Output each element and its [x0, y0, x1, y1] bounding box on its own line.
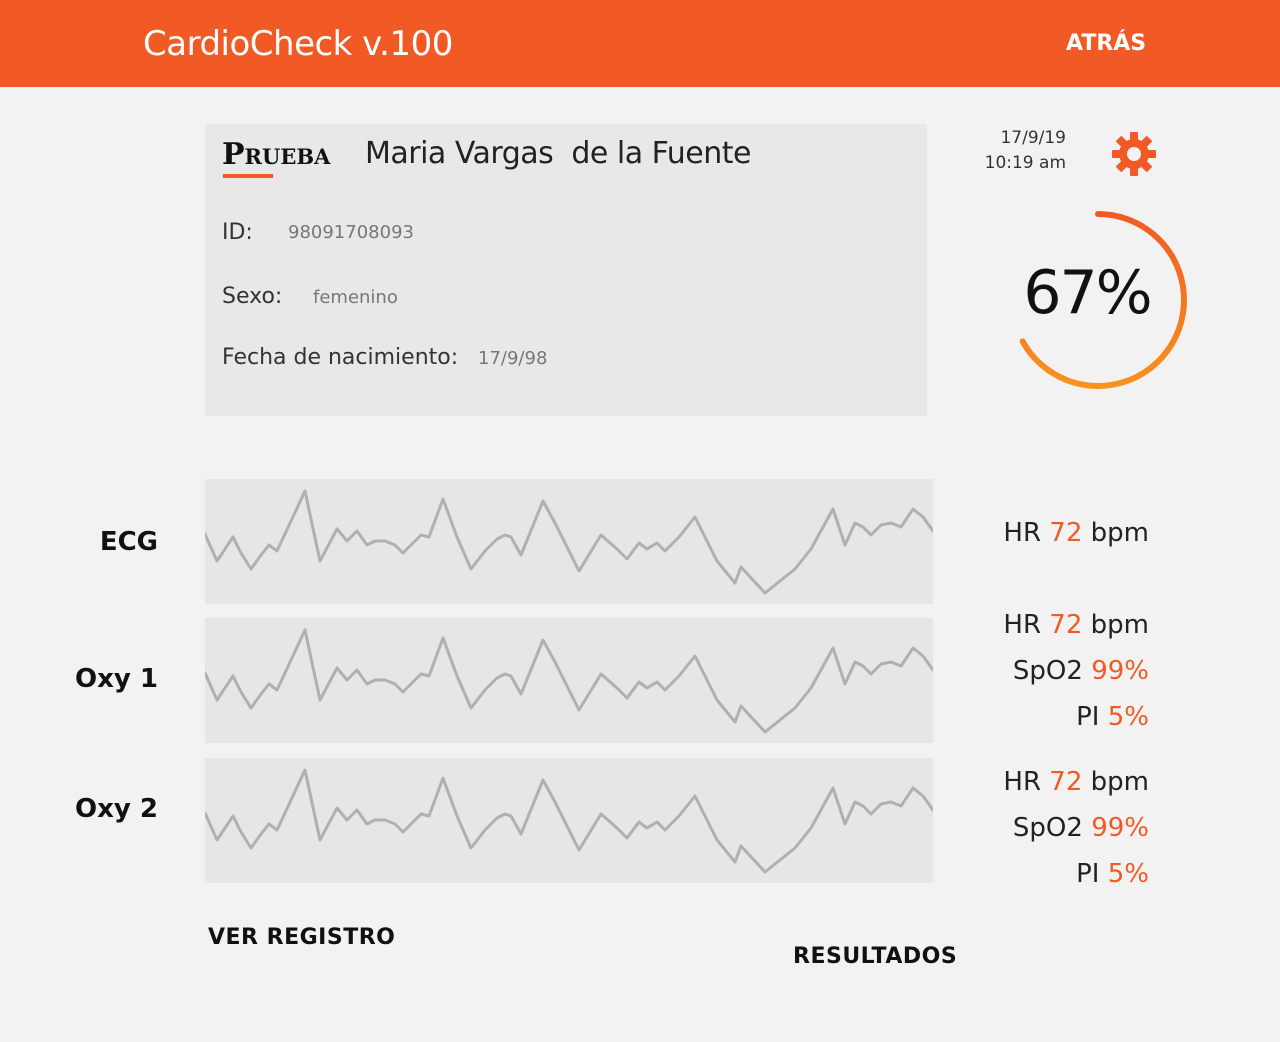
oxy1-waveform-line [205, 628, 933, 734]
oxy2-waveform [205, 758, 933, 883]
test-label-underline [223, 174, 273, 178]
sex-label: Sexo: [222, 284, 283, 309]
patient-name: Maria Vargas de la Fuente [365, 136, 751, 171]
oxy2-pi-metric: PI 5% [929, 859, 1149, 889]
metric-label: SpO2 [1012, 813, 1083, 843]
oxy1-waveform [205, 618, 933, 743]
id-value: 98091708093 [288, 222, 414, 243]
metric-value: 5% [1107, 859, 1149, 889]
metric-label: PI [1076, 702, 1100, 732]
ecg-waveform-line [205, 489, 933, 595]
metric-value: 99% [1091, 656, 1149, 686]
time-text: 10:19 am [984, 153, 1066, 173]
metric-label: PI [1076, 859, 1100, 889]
date-text: 17/9/19 [1000, 128, 1066, 148]
channel-label-oxy2: Oxy 2 [75, 794, 158, 824]
datetime: 17/9/19 10:19 am [960, 126, 1066, 176]
metric-value: 72 [1049, 767, 1083, 797]
metric-label: HR [1003, 518, 1042, 548]
channel-label-oxy1: Oxy 1 [75, 664, 158, 694]
view-log-button[interactable]: VER REGISTRO [208, 925, 395, 950]
ecg-waveform [205, 479, 933, 604]
oxy2-waveform-line [205, 768, 933, 874]
app-title: CardioCheck v.100 [143, 24, 453, 64]
top-bar: CardioCheck v.100 ATRÁS [0, 0, 1280, 87]
metric-value: 99% [1091, 813, 1149, 843]
patient-card: Prueba Maria Vargas de la Fuente ID: 980… [205, 124, 927, 416]
progress-value: 67% [1023, 258, 1152, 328]
metric-label: SpO2 [1012, 656, 1083, 686]
oxy2-spo2-metric: SpO2 99% [929, 813, 1149, 843]
metric-unit: bpm [1090, 767, 1149, 797]
metric-label: HR [1003, 767, 1042, 797]
metric-label: HR [1003, 610, 1042, 640]
metric-value: 72 [1049, 610, 1083, 640]
back-button[interactable]: ATRÁS [1066, 31, 1146, 56]
oxy2-hr-metric: HR 72 bpm [929, 767, 1149, 797]
metric-value: 5% [1107, 702, 1149, 732]
birth-date-value: 17/9/98 [478, 348, 548, 369]
sex-value: femenino [313, 287, 398, 308]
channel-label-ecg: ECG [99, 527, 158, 557]
birth-date-label: Fecha de nacimiento: [222, 345, 459, 370]
oxy1-pi-metric: PI 5% [929, 702, 1149, 732]
id-label: ID: [222, 220, 253, 245]
metric-unit: bpm [1090, 610, 1149, 640]
results-button[interactable]: RESULTADOS [793, 944, 957, 969]
oxy1-hr-metric: HR 72 bpm [929, 610, 1149, 640]
ecg-hr-metric: HR 72 bpm [929, 518, 1149, 548]
test-label: Prueba [222, 137, 331, 172]
oxy1-spo2-metric: SpO2 99% [929, 656, 1149, 686]
metric-value: 72 [1049, 518, 1083, 548]
gear-icon[interactable] [1110, 130, 1158, 178]
metric-unit: bpm [1090, 518, 1149, 548]
